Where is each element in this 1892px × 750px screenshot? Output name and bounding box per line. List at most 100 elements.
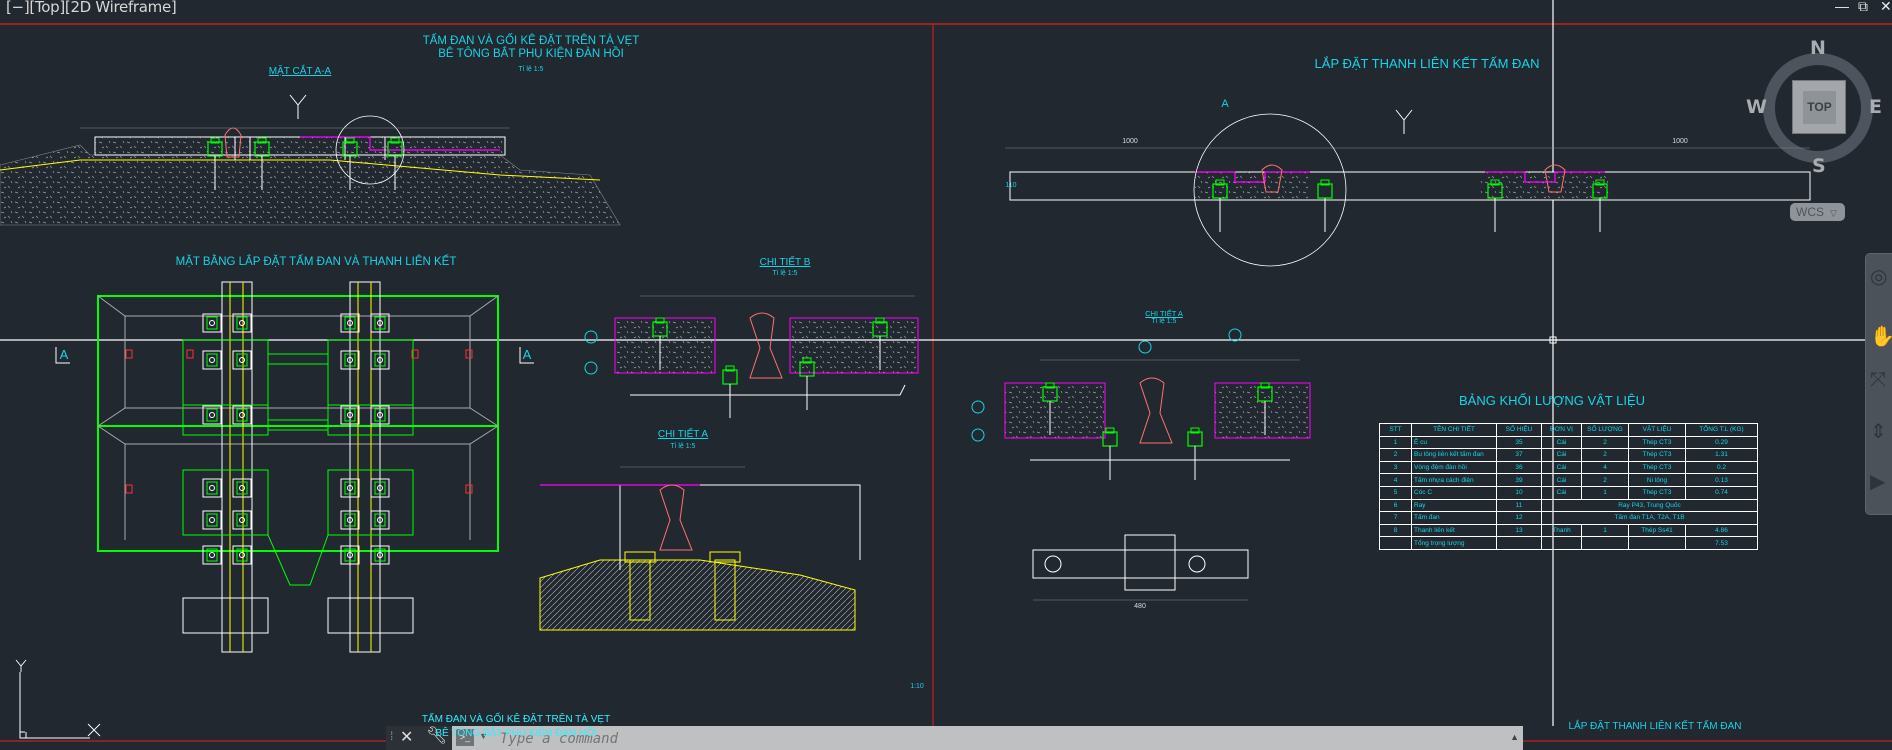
- section-mark-right: A: [522, 347, 532, 362]
- bom-cell: 36: [1496, 460, 1542, 475]
- bom-cell: 5: [1379, 485, 1412, 500]
- bom-cell: 35: [1496, 435, 1542, 450]
- bottom-title-left-line2: BÊ TÔNG BẮT PHỤ KIỆN ĐÀN HỒI: [435, 728, 597, 739]
- detail-a-scale: Tỉ lệ 1:5: [670, 443, 696, 450]
- bom-cell: [1379, 536, 1412, 550]
- viewport-close-button[interactable]: ✕: [1880, 0, 1892, 15]
- bom-title: BẢNG KHỐI LƯỢNG VẬT LIỆU: [1459, 393, 1645, 408]
- bom-row: 7 Tấm đan 12 Tấm đan T1A, T2A, T1B: [1379, 511, 1758, 525]
- bom-cell: 2: [1581, 448, 1629, 462]
- bom-cell: 0.74: [1685, 485, 1758, 500]
- bom-cell: Vòng đệm đàn hồi: [1411, 460, 1497, 475]
- bom-cell: Cái: [1541, 448, 1582, 462]
- bom-cell: 13: [1496, 523, 1542, 538]
- bom-cell: 3: [1379, 460, 1412, 475]
- ucs-menu-button[interactable]: WCS ▽: [1790, 203, 1845, 221]
- pan-hand-icon[interactable]: ✋: [1870, 324, 1892, 349]
- detail-b-scale: Tỉ lệ 1:5: [772, 270, 798, 277]
- section-a-a-title: MẶT CẮT A-A: [268, 66, 332, 77]
- showmotion-icon[interactable]: ▶: [1870, 469, 1885, 494]
- bom-cell: Tổng trọng lượng: [1411, 536, 1497, 550]
- bom-cell: 2: [1581, 473, 1629, 487]
- ucs-icon: [15, 659, 101, 739]
- bom-cell: Cái: [1541, 435, 1582, 450]
- bom-cell: Thép CT3: [1628, 485, 1686, 500]
- bom-cell: Ray: [1411, 498, 1497, 513]
- bom-header-row: STT TÊN CHI TIẾT SỐ HIỆU ĐƠN VỊ SỐ LƯỢNG VẬT …: [1379, 423, 1758, 437]
- bom-cell: 1: [1581, 523, 1629, 538]
- bom-cell: 4: [1581, 460, 1629, 475]
- bom-cell: 0.29: [1685, 435, 1758, 450]
- bom-cell: 2: [1581, 435, 1629, 450]
- bom-row: 8 Thanh liên kết 13 Thanh 1 Thép Ss41 4.86: [1379, 523, 1758, 538]
- orbit-icon[interactable]: ⇕: [1870, 419, 1887, 444]
- detail-a-right-scale: Tỉ lệ 1:5: [1151, 318, 1177, 325]
- bom-cell: 2: [1379, 448, 1412, 462]
- bom-cell: [1496, 536, 1542, 550]
- grip-handle-icon[interactable]: ⁞: [390, 729, 393, 743]
- bom-header-cell: TỔNG T.L (KG): [1685, 423, 1758, 437]
- compass-east[interactable]: E: [1869, 96, 1882, 118]
- bom-cell: Ray P43, Trung Quốc: [1541, 498, 1758, 513]
- chevron-down-icon: ▽: [1830, 208, 1837, 218]
- detail-a-right-title: CHI TIẾT A: [1145, 309, 1183, 318]
- title-left-line1: TẤM ĐAN VÀ GỐI KÊ ĐẶT TRÊN TÀ VẸT: [422, 35, 640, 47]
- viewport-minimize-button[interactable]: —: [1835, 0, 1849, 14]
- steering-wheel-icon[interactable]: ◎: [1870, 264, 1887, 289]
- dimension-1000-right: 1000: [1672, 138, 1688, 145]
- bom-cell: 12: [1496, 511, 1542, 525]
- close-icon[interactable]: ✕: [400, 727, 413, 747]
- command-input[interactable]: [498, 728, 1402, 750]
- bom-cell: 1: [1581, 485, 1629, 500]
- bom-row: 3 Vòng đệm đàn hồi 36 Cái 4 Thép CT3 0.2: [1379, 460, 1758, 475]
- bom-cell: [1581, 536, 1629, 550]
- zoom-extents-icon[interactable]: ⤧: [1870, 369, 1886, 392]
- compass-north[interactable]: N: [1810, 37, 1826, 59]
- bom-cell: Cóc C: [1411, 485, 1497, 500]
- bom-cell: [1628, 536, 1686, 550]
- navigation-bar: ◎ ✋ ⤧ ⇕ ▶: [1865, 253, 1892, 515]
- section-mark-elevation: A: [1221, 98, 1229, 110]
- bom-cell: 10: [1496, 485, 1542, 500]
- bom-cell: 8: [1379, 523, 1412, 538]
- bom-row: 4 Tấm nhựa cách điện 39 Cái 2 Ni lông 0.13: [1379, 473, 1758, 487]
- compass-west[interactable]: W: [1746, 96, 1767, 118]
- bom-cell: 6: [1379, 498, 1412, 513]
- bom-cell: Ni lông: [1628, 473, 1686, 487]
- bom-row: Tổng trọng lượng 7.53: [1379, 536, 1758, 550]
- bom-header-cell: ĐƠN VỊ: [1541, 423, 1582, 437]
- bom-cell: 4: [1379, 473, 1412, 487]
- bom-cell: Tấm đan: [1411, 511, 1497, 525]
- connection-bar-elevation: [1005, 109, 1811, 267]
- title-right: LẮP ĐẶT THANH LIÊN KẾT TẤM ĐAN: [1314, 56, 1540, 71]
- bom-cell: Cái: [1541, 485, 1582, 500]
- bom-cell: Thép CT3: [1628, 460, 1686, 475]
- bom-cell: Bu lông liên kết tấm đan: [1411, 448, 1497, 462]
- viewcube[interactable]: N S E W TOP: [1746, 37, 1882, 177]
- bom-row: 6 Ray 11 Ray P43, Trung Quốc: [1379, 498, 1758, 513]
- viewcube-top-label[interactable]: TOP: [1803, 91, 1836, 124]
- bom-header-cell: VẬT LIỆU: [1628, 423, 1686, 437]
- bom-cell: 37: [1496, 448, 1542, 462]
- detail-a-right-drawing: [971, 328, 1311, 601]
- viewcube-face[interactable]: TOP: [1792, 80, 1846, 134]
- bom-cell: Ê cu: [1411, 435, 1497, 450]
- bom-header-cell: TÊN CHI TIẾT: [1411, 423, 1497, 437]
- bom-cell: 4.86: [1685, 523, 1758, 538]
- bom-cell: 1.31: [1685, 448, 1758, 462]
- detail-a-drawing: [539, 466, 861, 631]
- bom-cell: Tấm đan T1A, T2A, T1B: [1541, 511, 1758, 525]
- viewport-controls-label[interactable]: [−][Top][2D Wireframe]: [6, 0, 177, 16]
- bom-cell: [1541, 536, 1582, 550]
- command-history-up-icon[interactable]: ▲: [1510, 732, 1519, 742]
- title-left-line2: BÊ TÔNG BẮT PHỤ KIỆN ĐÀN HỒI: [438, 48, 624, 60]
- bom-cell: Thanh liên kết: [1411, 523, 1497, 538]
- bom-cell: 0.13: [1685, 473, 1758, 487]
- command-line[interactable]: >_ ▼ ▲: [452, 726, 1523, 750]
- model-space-drawing[interactable]: [0, 0, 1892, 750]
- bom-row: 2 Bu lông liên kết tấm đan 37 Cái 2 Thép CT3 1…: [1379, 448, 1758, 462]
- bom-row: 1Ê cu 35 Cái 2 Thép CT3 0.29: [1379, 435, 1758, 450]
- viewport-restore-button[interactable]: ⧉: [1858, 0, 1868, 15]
- compass-south[interactable]: S: [1812, 155, 1826, 177]
- section-a-a-drawing: [0, 94, 621, 226]
